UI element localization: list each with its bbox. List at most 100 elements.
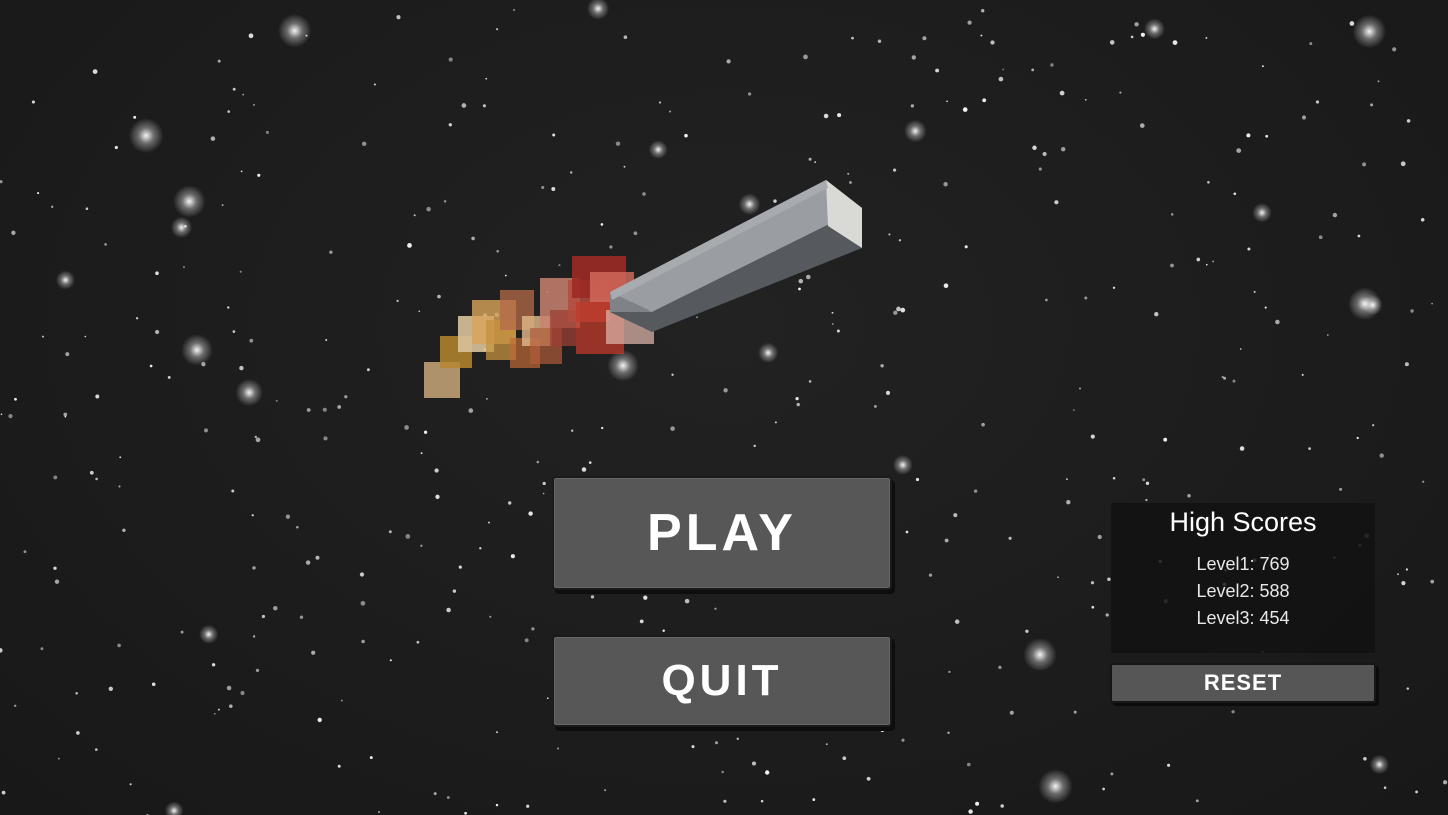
star-glow xyxy=(235,378,263,407)
star xyxy=(510,554,515,559)
star xyxy=(76,731,80,735)
star xyxy=(1362,162,1367,167)
star xyxy=(877,39,882,43)
star xyxy=(448,123,452,127)
star xyxy=(1246,133,1251,138)
star xyxy=(1261,65,1264,68)
star xyxy=(1401,581,1406,586)
star xyxy=(226,685,232,691)
star xyxy=(1066,500,1071,505)
star xyxy=(1061,147,1066,152)
high-scores-panel: High Scores Level1: 769 Level2: 588 Leve… xyxy=(1111,503,1375,653)
star xyxy=(118,485,121,488)
star xyxy=(420,544,423,547)
star xyxy=(251,514,254,517)
star xyxy=(252,566,256,570)
star xyxy=(893,310,898,315)
star xyxy=(526,804,530,808)
star xyxy=(1196,257,1201,262)
star-glow xyxy=(1144,18,1165,40)
star xyxy=(975,801,980,806)
star xyxy=(183,266,185,269)
star xyxy=(217,59,221,63)
star xyxy=(51,205,54,208)
star xyxy=(210,136,216,141)
star-glow xyxy=(587,0,610,20)
star xyxy=(1332,212,1338,218)
star xyxy=(337,764,341,768)
star xyxy=(1042,151,1047,157)
star xyxy=(322,407,327,412)
star xyxy=(590,595,595,599)
star xyxy=(953,513,958,518)
star xyxy=(684,598,690,604)
ship-beam xyxy=(424,180,862,398)
play-button[interactable]: PLAY xyxy=(552,476,892,590)
star xyxy=(601,426,604,430)
star xyxy=(900,307,906,313)
star-glow xyxy=(55,270,76,290)
star xyxy=(1090,434,1095,439)
star xyxy=(337,405,342,409)
star xyxy=(1212,260,1214,263)
star xyxy=(1301,373,1304,376)
star xyxy=(1370,103,1374,107)
star xyxy=(84,335,87,338)
star xyxy=(1195,799,1199,803)
star xyxy=(1405,568,1408,571)
star xyxy=(1031,68,1035,72)
star xyxy=(231,489,235,493)
star xyxy=(361,639,365,644)
star xyxy=(880,728,885,732)
star xyxy=(149,364,153,368)
star xyxy=(581,467,587,472)
star xyxy=(227,110,231,113)
star xyxy=(1231,710,1235,714)
star xyxy=(1339,487,1343,491)
star xyxy=(344,395,348,399)
star xyxy=(1247,247,1251,251)
star xyxy=(360,600,366,606)
star xyxy=(0,413,3,416)
star xyxy=(217,708,220,711)
star xyxy=(1422,480,1425,483)
star xyxy=(8,414,13,419)
star xyxy=(89,470,94,475)
star xyxy=(982,98,987,103)
star xyxy=(1318,235,1323,239)
star xyxy=(53,475,58,480)
star xyxy=(495,803,499,807)
star xyxy=(433,792,437,796)
star xyxy=(95,394,100,399)
star xyxy=(14,704,17,707)
star xyxy=(1410,309,1414,313)
star xyxy=(1134,22,1139,27)
star xyxy=(990,40,995,45)
star xyxy=(542,481,546,486)
star xyxy=(1406,119,1411,123)
star xyxy=(261,614,266,619)
star xyxy=(1420,218,1425,222)
star xyxy=(981,9,985,13)
star xyxy=(41,335,45,338)
score-entry: Level3: 454 xyxy=(1196,608,1290,628)
quit-button[interactable]: QUIT xyxy=(552,635,892,727)
star xyxy=(325,338,328,342)
star xyxy=(1239,446,1245,451)
star xyxy=(888,233,891,236)
star xyxy=(825,743,828,746)
star xyxy=(721,770,724,774)
star xyxy=(389,659,392,662)
star xyxy=(133,115,137,119)
star xyxy=(1109,40,1115,45)
star xyxy=(723,799,727,803)
star xyxy=(1406,687,1410,690)
star xyxy=(227,306,230,309)
star xyxy=(1105,613,1109,617)
star xyxy=(1170,213,1174,216)
star xyxy=(901,738,905,742)
reset-scores-button[interactable]: RESET xyxy=(1110,663,1376,703)
star-glow xyxy=(1352,14,1387,49)
star xyxy=(366,368,370,372)
star xyxy=(658,101,662,104)
